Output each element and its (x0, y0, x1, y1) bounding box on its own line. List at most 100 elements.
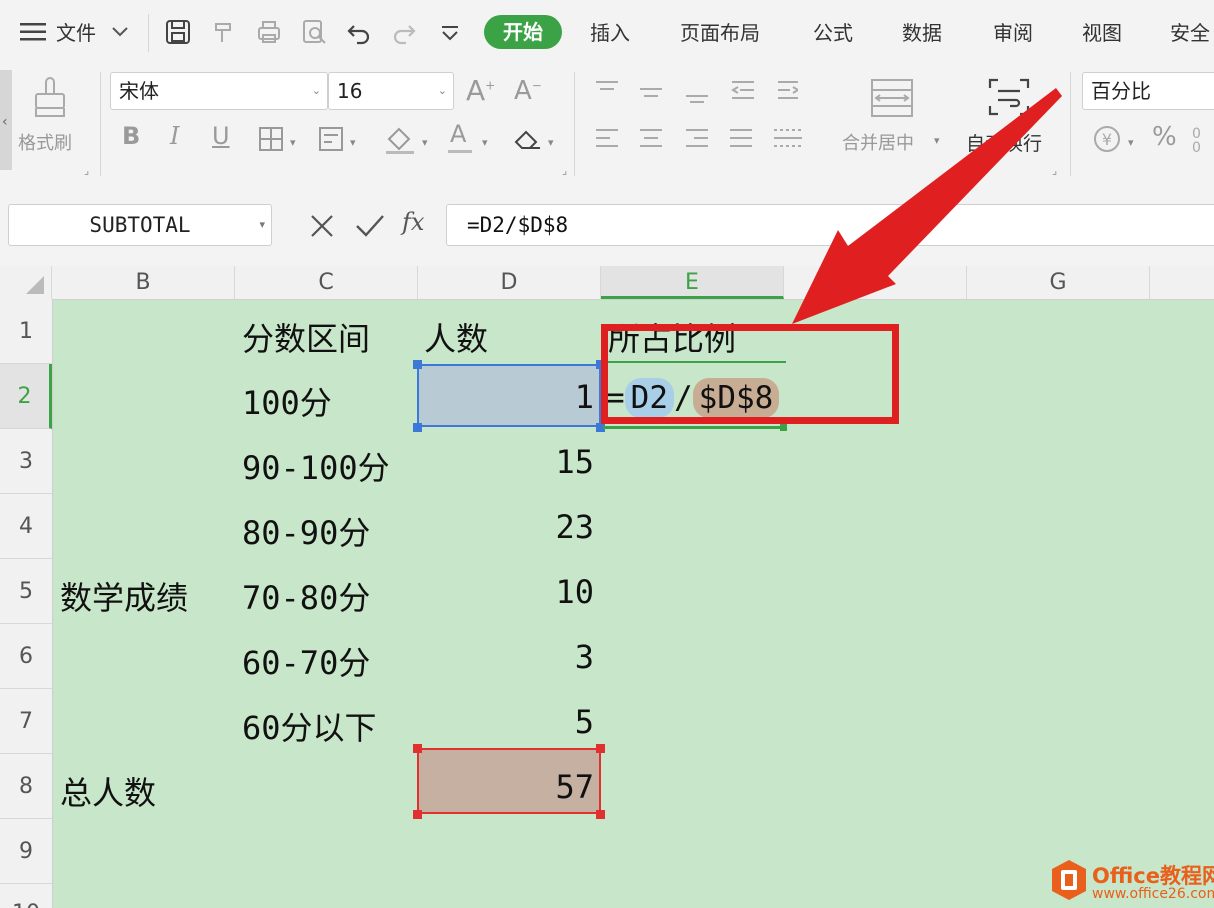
cell-c5[interactable]: 70-80分 (242, 573, 370, 619)
group-expand-icon[interactable]: ⌟ (84, 164, 89, 177)
confirm-check-icon[interactable] (354, 212, 386, 240)
borders-icon[interactable] (258, 126, 284, 152)
tab-data[interactable]: 数据 (902, 17, 942, 46)
chevron-left-icon[interactable]: ‹ (2, 114, 8, 130)
row-header[interactable]: 4 (0, 494, 52, 559)
font-size-value: 16 (337, 79, 363, 103)
bold-icon[interactable]: B (122, 122, 140, 150)
print-preview-icon[interactable] (300, 18, 328, 46)
divider (100, 72, 101, 176)
watermark-url: www.office26.com (1092, 886, 1214, 902)
tab-security[interactable]: 安全 (1170, 17, 1210, 46)
font-color-icon[interactable]: A (450, 120, 466, 148)
row-header[interactable]: 10 (0, 884, 52, 908)
column-header-b[interactable]: B (52, 266, 235, 299)
cell-d5[interactable]: 10 (555, 573, 594, 611)
cell-c2[interactable]: 100分 (242, 378, 332, 424)
percent-icon[interactable]: % (1152, 122, 1177, 152)
tab-review[interactable]: 审阅 (993, 17, 1033, 46)
chevron-down-icon[interactable]: ▾ (290, 136, 296, 149)
column-header-c[interactable]: C (235, 266, 418, 299)
fill-handle[interactable] (780, 424, 787, 431)
cell-d8[interactable]: 57 (555, 768, 594, 806)
cell-d4[interactable]: 23 (555, 508, 594, 546)
cell-d7[interactable]: 5 (575, 703, 594, 741)
tab-page-layout[interactable]: 页面布局 (680, 17, 760, 46)
number-format-select[interactable]: 百分比 (1082, 72, 1214, 110)
column-header-e[interactable]: E (601, 266, 784, 299)
cell-d2[interactable]: 1 (575, 378, 594, 416)
resize-handle[interactable] (413, 360, 422, 369)
cell-d6[interactable]: 3 (575, 638, 594, 676)
chevron-down-icon[interactable]: ▾ (482, 136, 488, 149)
file-menu[interactable]: 文件 (56, 17, 96, 46)
row-header[interactable]: 9 (0, 819, 52, 884)
horizontal-align-icons[interactable] (592, 126, 806, 152)
number-format-value: 百分比 (1091, 79, 1151, 103)
print-icon[interactable] (255, 18, 283, 46)
row-header-active[interactable]: 2 (0, 364, 52, 429)
increase-font-icon[interactable]: A+ (466, 74, 495, 107)
format-painter-icon[interactable] (32, 76, 68, 120)
cell-c4[interactable]: 80-90分 (242, 508, 370, 554)
underline-icon[interactable]: U (212, 122, 230, 150)
font-color-swatch (448, 150, 472, 153)
group-expand-icon[interactable]: ⌟ (562, 164, 567, 177)
resize-handle[interactable] (413, 810, 422, 819)
resize-handle[interactable] (413, 744, 422, 753)
tab-insert[interactable]: 插入 (590, 17, 630, 46)
vertical-align-icons[interactable] (592, 78, 798, 104)
row-header[interactable]: 8 (0, 754, 52, 819)
undo-icon[interactable] (345, 18, 373, 46)
decrease-font-icon[interactable]: A− (514, 76, 542, 106)
chevron-down-icon[interactable]: ▾ (350, 136, 356, 149)
cell-b5[interactable]: 数学成绩 (60, 573, 188, 619)
save-icon[interactable] (164, 18, 192, 46)
active-cell-border (603, 426, 785, 429)
cell-c7[interactable]: 60分以下 (242, 703, 377, 749)
name-box-value: SUBTOTAL (89, 213, 191, 237)
row-header[interactable]: 3 (0, 429, 52, 494)
clear-format-icon[interactable] (512, 126, 542, 152)
row-header[interactable]: 1 (0, 299, 52, 364)
resize-handle[interactable] (596, 810, 605, 819)
hamburger-menu-icon[interactable] (20, 22, 46, 42)
row-header[interactable]: 5 (0, 559, 52, 624)
tab-formulas[interactable]: 公式 (813, 17, 853, 46)
cell-d1[interactable]: 人数 (424, 314, 488, 360)
column-header-d[interactable]: D (418, 266, 601, 299)
cell-b8[interactable]: 总人数 (60, 768, 156, 814)
name-box[interactable]: SUBTOTAL ▾ (8, 204, 272, 246)
tab-view[interactable]: 视图 (1082, 17, 1122, 46)
customize-toolbar-icon[interactable] (436, 18, 464, 46)
cell-d2-reference[interactable] (417, 364, 601, 427)
cell-d3[interactable]: 15 (555, 443, 594, 481)
cell-c1[interactable]: 分数区间 (242, 314, 370, 360)
resize-handle[interactable] (596, 744, 605, 753)
tab-home[interactable]: 开始 (484, 15, 562, 49)
fill-color-icon[interactable] (384, 124, 416, 154)
row-header[interactable]: 6 (0, 624, 52, 689)
italic-icon[interactable]: I (170, 122, 179, 150)
format-painter-quick-icon[interactable] (210, 18, 238, 46)
chevron-down-icon[interactable]: ▾ (1128, 136, 1134, 149)
cell-style-icon[interactable] (318, 126, 346, 152)
thousands-separator-icon[interactable]: 00 (1192, 124, 1214, 154)
cell-c3[interactable]: 90-100分 (242, 443, 390, 489)
cell-c6[interactable]: 60-70分 (242, 638, 370, 684)
cancel-icon[interactable] (308, 212, 336, 240)
font-size-select[interactable]: 16 ⌄ (328, 72, 454, 110)
chevron-down-icon[interactable] (112, 27, 128, 37)
select-all-corner[interactable] (0, 266, 52, 299)
chevron-down-icon[interactable]: ▾ (548, 136, 554, 149)
formula-text: =D2/$D$8 (467, 213, 569, 237)
currency-icon[interactable]: ¥ (1092, 124, 1122, 154)
row-header[interactable]: 7 (0, 689, 52, 754)
font-name-select[interactable]: 宋体 ⌄ (110, 72, 328, 110)
resize-handle[interactable] (413, 423, 422, 432)
insert-function-button[interactable]: fx (402, 208, 424, 236)
redo-icon[interactable] (390, 18, 418, 46)
chevron-down-icon[interactable]: ▾ (422, 136, 428, 149)
divider (148, 14, 149, 52)
format-painter-label[interactable]: 格式刷 (18, 129, 72, 155)
